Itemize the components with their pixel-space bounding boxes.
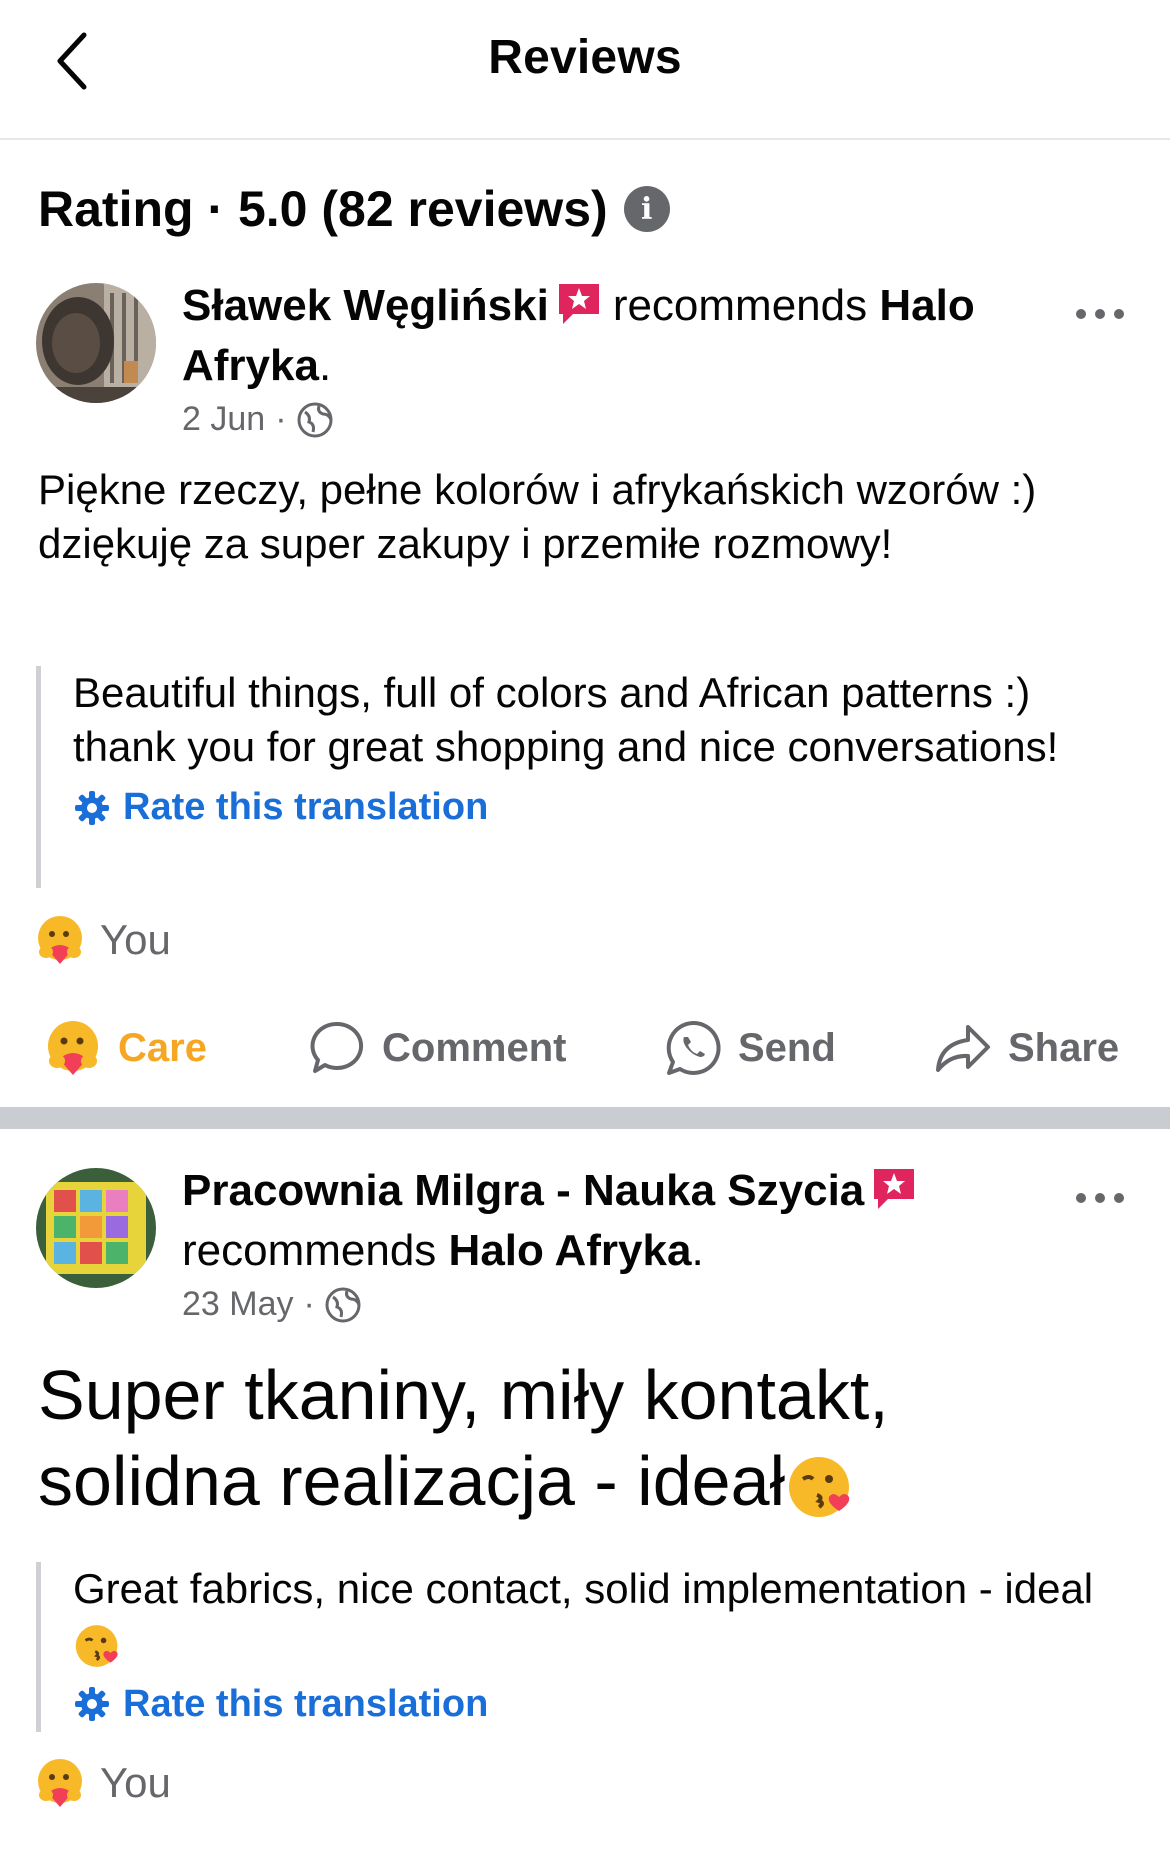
share-icon [936, 1025, 990, 1072]
dot-icon [1076, 309, 1086, 319]
share-button[interactable]: Share [934, 1019, 1119, 1077]
gear-icon [75, 1687, 109, 1722]
reaction-by: You [100, 1759, 171, 1806]
recommends-text: recommends [612, 281, 868, 330]
review-author-line: Sławek Węgliński recommends Halo Afryka. [182, 281, 975, 390]
rating-summary: Rating · 5.0 (82 reviews) i [38, 180, 670, 238]
comment-label: Comment [382, 1025, 567, 1070]
page-name[interactable]: Halo Afryka [449, 1226, 692, 1275]
rate-translation-label: Rate this translation [123, 786, 489, 828]
review-meta: 23 May · [182, 1285, 361, 1324]
top-bar: Reviews [0, 0, 1170, 140]
whatsapp-icon [666, 1020, 721, 1075]
review-text: Piękne rzeczy, pełne kolorów i afrykańsk… [38, 466, 1037, 567]
more-options-button[interactable] [1070, 294, 1130, 334]
kiss-emoji-icon [75, 1625, 118, 1667]
top-fan-badge-icon [874, 1169, 915, 1209]
translation-block: Great fabrics, nice contact, solid imple… [36, 1562, 1126, 1732]
page-title: Reviews [488, 31, 682, 84]
gear-icon [75, 790, 109, 825]
care-reaction-icon [48, 1021, 98, 1075]
rate-translation-link[interactable]: Rate this translation [73, 786, 1126, 829]
more-options-button[interactable] [1070, 1178, 1130, 1218]
translation-text: Beautiful things, full of colors and Afr… [73, 669, 1059, 770]
care-button[interactable]: Care [44, 1019, 207, 1077]
send-label: Send [738, 1025, 836, 1070]
kiss-emoji-icon [789, 1456, 850, 1517]
review-author-line: Pracownia Milgra - Nauka Szycia recommend… [182, 1161, 1042, 1281]
reactions-summary[interactable]: You [34, 914, 171, 966]
share-label: Share [1008, 1025, 1120, 1070]
rating-text: Rating · 5.0 (82 reviews) [38, 181, 608, 237]
translation-text-block: Great fabrics, nice contact, solid imple… [73, 1562, 1126, 1671]
review-text-block: Super tkaniny, miły kontakt, solidna rea… [38, 1352, 1128, 1524]
translation-block: Beautiful things, full of colors and Afr… [36, 666, 1126, 888]
avatar[interactable] [36, 1168, 156, 1288]
author-name[interactable]: Sławek Węgliński [182, 281, 549, 330]
dot-icon [1095, 309, 1105, 319]
reaction-by: You [100, 916, 171, 963]
section-divider [0, 1107, 1170, 1129]
rate-translation-label: Rate this translation [123, 1682, 489, 1725]
review-date[interactable]: 23 May [182, 1285, 294, 1324]
action-bar: Care Comment Send Share [0, 993, 1170, 1103]
review-meta: 2 Jun · [182, 400, 333, 439]
recommends-text: recommends [182, 1226, 437, 1275]
separator: · [275, 400, 287, 438]
dot-icon [1114, 1193, 1124, 1203]
care-reaction-icon [38, 1759, 82, 1807]
reactions-summary[interactable]: You [34, 1757, 171, 1809]
dot-icon [1076, 1193, 1086, 1203]
separator: · [303, 1285, 315, 1323]
review-text: Super tkaniny, miły kontakt, solidna rea… [38, 1356, 889, 1520]
rate-translation-link[interactable]: Rate this translation [73, 1683, 1126, 1726]
comment-icon [310, 1021, 364, 1073]
review-date[interactable]: 2 Jun [182, 400, 265, 439]
care-reaction-icon [38, 916, 82, 964]
globe-icon [325, 1287, 361, 1322]
globe-icon [297, 402, 333, 437]
translation-text: Great fabrics, nice contact, solid imple… [73, 1565, 1094, 1612]
info-icon[interactable]: i [623, 186, 670, 232]
avatar[interactable] [36, 283, 156, 403]
top-fan-badge-icon [558, 284, 599, 324]
dot-icon [1095, 1193, 1105, 1203]
author-name[interactable]: Pracownia Milgra - Nauka Szycia [182, 1166, 864, 1215]
dot-icon [1114, 309, 1124, 319]
send-button[interactable]: Send [664, 1019, 836, 1077]
care-label: Care [118, 1025, 207, 1070]
comment-button[interactable]: Comment [308, 1019, 566, 1077]
